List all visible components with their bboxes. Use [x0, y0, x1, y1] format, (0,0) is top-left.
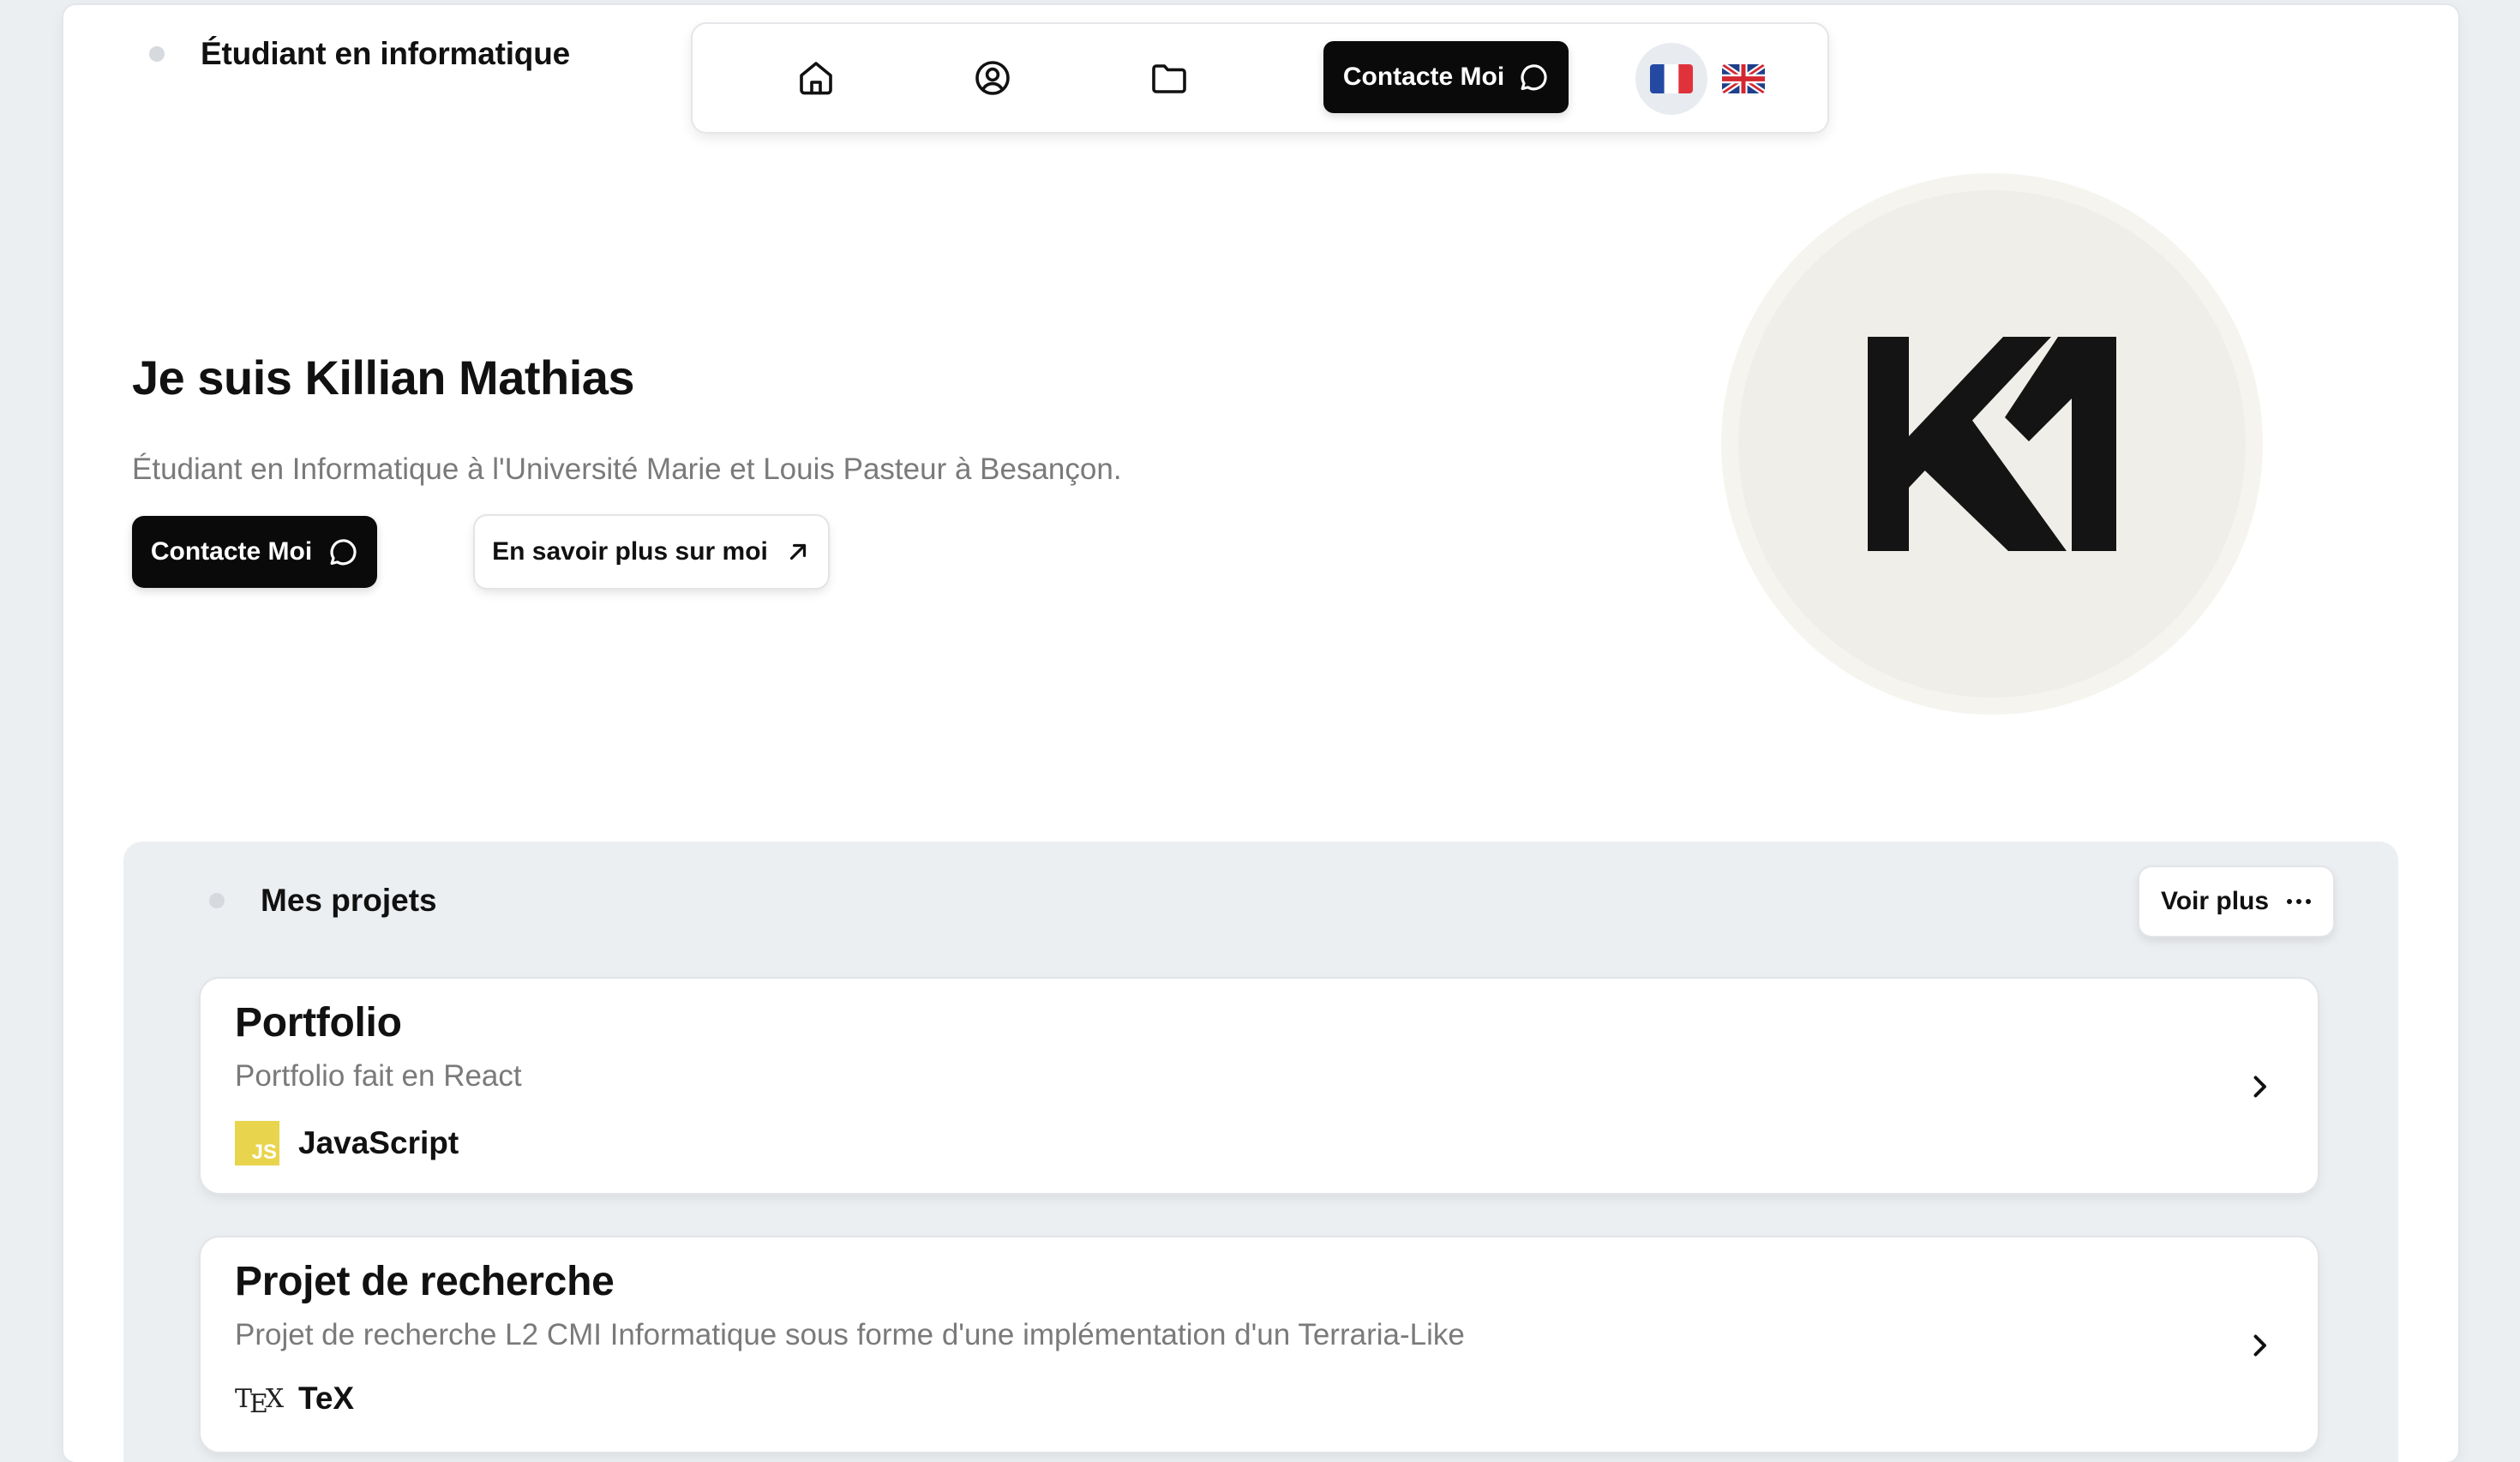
tech-name: TeX [298, 1381, 355, 1416]
status-indicator: Étudiant en informatique [149, 36, 570, 72]
projects-header: Mes projets [209, 883, 437, 919]
page-container: Étudiant en informatique Contacte Moi Je… [63, 5, 2458, 1462]
arrow-up-right-icon [789, 543, 806, 560]
about-me-button[interactable]: En savoir plus sur moi [475, 516, 828, 588]
user-circle-icon[interactable] [970, 56, 1015, 100]
project-tech: JS JavaScript [235, 1121, 459, 1165]
tex-icon: TEX [235, 1383, 285, 1419]
km-logo-icon [1868, 337, 2116, 551]
tech-name: JavaScript [298, 1125, 459, 1160]
avatar-ring [1721, 173, 2263, 715]
chevron-right-icon [2253, 1076, 2266, 1098]
uk-flag-icon [1722, 64, 1765, 93]
nav-contact-button[interactable]: Contacte Moi [1323, 41, 1569, 113]
contact-button-label: Contacte Moi [150, 537, 313, 566]
about-me-label: En savoir plus sur moi [492, 537, 768, 566]
project-card-portfolio[interactable]: Portfolio Portfolio fait en React JS Jav… [201, 979, 2318, 1193]
message-circle-icon [1521, 64, 1547, 91]
folder-icon[interactable] [1147, 56, 1191, 100]
message-circle-icon [330, 539, 357, 566]
see-more-button[interactable]: Voir plus [2139, 867, 2333, 936]
projects-section: Mes projets Voir plus Portfolio Portfoli… [123, 842, 2398, 1462]
project-title: Projet de recherche [235, 1259, 615, 1304]
project-card-research[interactable]: Projet de recherche Projet de recherche … [201, 1237, 2318, 1452]
home-icon[interactable] [794, 56, 838, 100]
navbar: Contacte Moi [693, 24, 1827, 132]
project-tech: TEX TeX [235, 1380, 355, 1419]
see-more-label: Voir plus [2160, 887, 2270, 915]
status-dot [149, 46, 165, 62]
contact-button[interactable]: Contacte Moi [132, 516, 377, 588]
nav-contact-label: Contacte Moi [1342, 63, 1505, 91]
javascript-icon: JS [235, 1121, 279, 1165]
project-description: Projet de recherche L2 CMI Informatique … [235, 1318, 1465, 1351]
project-title: Portfolio [235, 1000, 402, 1046]
project-description: Portfolio fait en React [235, 1059, 522, 1093]
france-flag-icon [1650, 64, 1693, 93]
language-fr-button[interactable] [1635, 43, 1707, 115]
avatar [1738, 190, 2246, 698]
chevron-right-icon [2253, 1334, 2266, 1357]
more-horizontal-icon [2287, 899, 2312, 904]
hero-title: Je suis Killian Mathias [132, 351, 635, 404]
projects-title: Mes projets [261, 883, 437, 918]
language-en-button[interactable] [1707, 43, 1779, 115]
hero-subtitle: Étudiant en Informatique à l'Université … [132, 452, 1122, 486]
section-dot [209, 893, 225, 908]
status-label: Étudiant en informatique [201, 36, 570, 71]
